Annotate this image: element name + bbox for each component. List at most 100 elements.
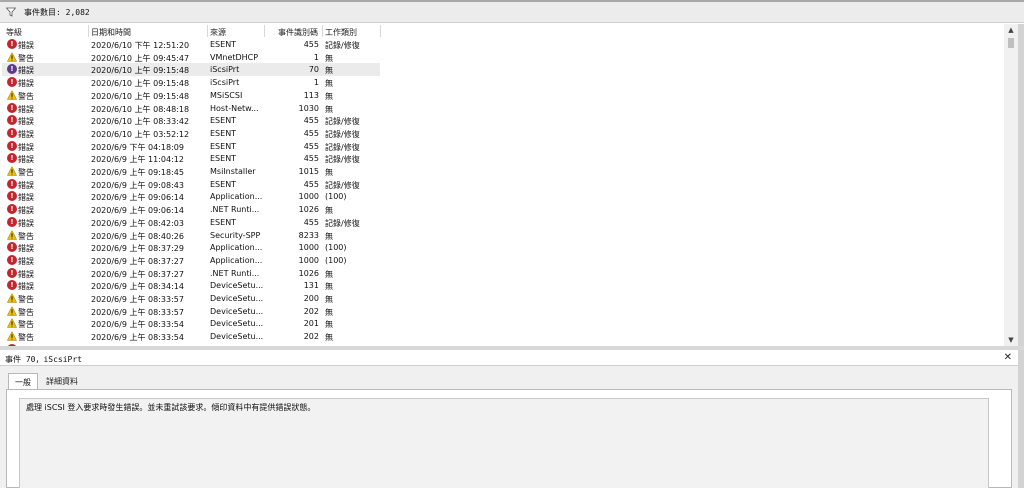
source-cell: ESENT [210, 128, 237, 138]
table-row[interactable]: ! 錯誤 2020/6/9 上午 09:08:43 ESENT 455 記錄/修復 [2, 178, 1006, 191]
datetime-cell: 2020/6/10 上午 09:15:48 [91, 79, 190, 89]
table-row[interactable]: 警告 2020/6/9 上午 08:33:54 DeviceSetu... 202 無 [2, 330, 1006, 343]
window-right-edge [1018, 24, 1024, 488]
close-icon[interactable]: ✕ [1004, 352, 1012, 363]
error-icon: ! [7, 204, 17, 215]
task-category-cell: (100) [325, 192, 347, 202]
level-cell: 警告 [18, 168, 34, 177]
task-category-cell: 記錄/修復 [325, 180, 360, 190]
tab-details[interactable]: 詳細資料 [40, 373, 84, 389]
table-row[interactable]: ! 錯誤 2020/6/10 上午 03:52:12 ESENT 455 記錄/修復 [2, 127, 1006, 140]
source-cell: VMnetDHCP [210, 52, 259, 62]
column-divider[interactable] [264, 25, 265, 37]
table-row[interactable]: ! 錯誤 2020/6/9 上午 08:37:27 .NET Runti... 1026… [2, 267, 1006, 280]
table-row[interactable]: ! 錯誤 2020/6/9 上午 08:42:03 ESENT 455 記錄/修復 [2, 216, 1006, 229]
source-cell: Application... [210, 255, 263, 265]
event-description-box[interactable]: 處理 iSCSI 登入要求時發生錯誤。並未重試該要求。傾印資料中有提供錯誤狀態。 [19, 398, 989, 488]
event-list[interactable]: 等級 日期和時間 來源 事件識別碼 工作類別 ! 錯誤 2020/6/10 下午 1… [2, 24, 1018, 346]
level-cell: 警告 [18, 53, 34, 63]
level-cell: 錯誤 [18, 269, 34, 279]
column-divider[interactable] [380, 25, 381, 37]
level-cell: 錯誤 [18, 218, 34, 228]
level-cell: 錯誤 [18, 79, 34, 89]
datetime-cell: 2020/6/9 上午 08:42:03 [91, 218, 184, 228]
vertical-scrollbar[interactable]: ▲ ▼ [1004, 24, 1018, 346]
column-header-task[interactable]: 工作類別 [325, 27, 357, 38]
table-row[interactable]: ! 錯誤 2020/6/9 上午 08:37:27 Application... 100… [2, 254, 1006, 267]
warning-icon [6, 51, 18, 62]
event-id-cell: 1030 [298, 103, 319, 113]
level-cell: 警告 [18, 295, 34, 304]
scroll-down-arrow-icon[interactable]: ▼ [1006, 335, 1016, 345]
error-icon: ! [7, 77, 17, 88]
event-id-cell: 455 [303, 154, 319, 164]
source-cell: iScsiPrt [210, 78, 240, 88]
task-category-cell: 記錄/修復 [325, 117, 360, 127]
tab-general[interactable]: 一般 [8, 373, 38, 390]
table-row[interactable]: ! 錯誤 2020/6/9 上午 09:06:14 .NET Runti... 1026… [2, 203, 1006, 216]
error-icon: ! [7, 254, 17, 265]
table-row[interactable]: ! 錯誤 2020/6/10 上午 08:33:42 ESENT 455 記錄/修復 [2, 114, 1006, 127]
table-row[interactable]: 警告 2020/6/9 上午 08:33:57 DeviceSetu... 200 無 [2, 292, 1006, 305]
table-row[interactable]: ! 錯誤 2020/6/10 下午 12:51:20 ESENT 455 記錄/修復 [2, 38, 1006, 51]
column-header-level[interactable]: 等級 [6, 27, 22, 38]
level-cell: 錯誤 [18, 129, 34, 139]
table-row[interactable]: ! 錯誤 2020/6/9 下午 04:18:09 ESENT 455 記錄/修復 [2, 140, 1006, 153]
column-divider[interactable] [207, 25, 208, 37]
level-cell: 錯誤 [18, 244, 34, 254]
event-id-cell: 202 [303, 306, 319, 316]
detail-pane: 一般 詳細資料 處理 iSCSI 登入要求時發生錯誤。並未重試該要求。傾印資料中… [0, 366, 1018, 488]
column-header-event-id[interactable]: 事件識別碼 [278, 27, 318, 38]
table-row[interactable]: 警告 2020/6/10 上午 09:15:48 MSiSCSI 113 無 [2, 89, 1006, 102]
table-row[interactable]: 警告 2020/6/10 上午 09:45:47 VMnetDHCP 1 無 [2, 51, 1006, 64]
source-cell: ESENT [210, 154, 237, 164]
scroll-thumb[interactable] [1008, 38, 1014, 48]
level-cell: 警告 [18, 231, 34, 241]
error-icon: ! [7, 191, 17, 202]
filter-bar: 事件數目: 2,082 [0, 2, 1024, 23]
source-cell: Application... [210, 192, 263, 202]
column-header-source[interactable]: 來源 [210, 27, 226, 38]
filter-icon[interactable] [6, 7, 16, 17]
event-id-cell: 1026 [298, 268, 319, 278]
column-divider[interactable] [88, 25, 89, 37]
column-divider[interactable] [322, 25, 323, 37]
table-row[interactable]: 警告 2020/6/9 上午 09:18:45 MsiInstaller 1015 無 [2, 165, 1006, 178]
event-id-cell: 455 [303, 141, 319, 151]
table-row[interactable]: ! 錯誤 2020/6/10 上午 08:48:18 Host-Netw... 1030… [2, 102, 1006, 115]
table-row[interactable]: 警告 2020/6/9 上午 08:33:57 DeviceSetu... 202 無 [2, 305, 1006, 318]
level-cell: 錯誤 [18, 117, 34, 127]
datetime-cell: 2020/6/9 上午 08:34:14 [91, 282, 184, 292]
table-row[interactable]: ! 錯誤 2020/6/9 上午 11:04:12 ESENT 455 記錄/修復 [2, 152, 1006, 165]
task-category-cell: 無 [325, 91, 333, 101]
tab-content: 處理 iSCSI 登入要求時發生錯誤。並未重試該要求。傾印資料中有提供錯誤狀態。 [6, 389, 1012, 488]
source-cell: Host-Netw... [210, 103, 259, 113]
warning-icon [6, 331, 18, 341]
detail-header: 事件 70，iScsiPrt ✕ [0, 350, 1018, 366]
source-cell: MsiInstaller [210, 167, 256, 176]
table-row[interactable]: 警告 2020/6/9 上午 08:40:26 Security-SPP 8233 無 [2, 229, 1006, 242]
table-row[interactable]: ! 錯誤 2020/6/10 上午 09:15:48 iScsiPrt 1 無 [2, 76, 1006, 89]
datetime-cell: 2020/6/10 下午 12:51:20 [91, 41, 190, 50]
warning-icon [6, 293, 18, 303]
task-category-cell: 無 [325, 269, 333, 279]
source-cell: .NET Runti... [210, 268, 260, 278]
selection-highlight [2, 63, 380, 77]
scroll-up-arrow-icon[interactable]: ▲ [1006, 25, 1016, 35]
datetime-cell: 2020/6/10 上午 08:48:18 [91, 104, 190, 114]
source-cell: MSiSCSI [210, 90, 243, 100]
column-header-datetime[interactable]: 日期和時間 [91, 27, 131, 38]
event-description: 處理 iSCSI 登入要求時發生錯誤。並未重試該要求。傾印資料中有提供錯誤狀態。 [26, 403, 316, 412]
task-category-cell: 無 [325, 320, 333, 330]
level-cell: 錯誤 [18, 155, 34, 165]
table-row[interactable]: ! 錯誤 2020/6/10 上午 09:15:48 iScsiPrt 70 無 [2, 63, 1006, 77]
task-category-cell: 無 [325, 282, 333, 292]
level-cell: 警告 [18, 307, 34, 317]
table-row[interactable]: 警告 2020/6/9 上午 08:33:54 DeviceSetu... 201 無 [2, 317, 1006, 330]
source-cell: ESENT [210, 40, 237, 49]
table-row[interactable]: ! 錯誤 2020/6/9 上午 08:37:29 Application... 100… [2, 241, 1006, 254]
table-row[interactable]: ! 錯誤 2020/6/9 上午 09:06:14 Application... 100… [2, 190, 1006, 203]
source-cell: DeviceSetu... [210, 281, 264, 291]
table-row[interactable]: ! 錯誤 2020/6/9 上午 08:34:14 DeviceSetu... 131 無 [2, 279, 1006, 292]
error-icon: ! [7, 153, 17, 164]
